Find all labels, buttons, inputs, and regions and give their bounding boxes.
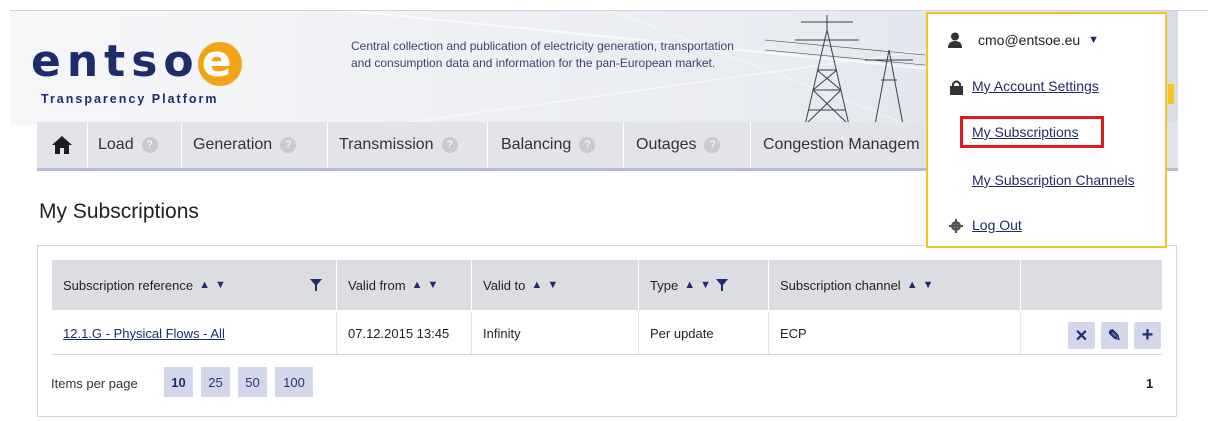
nav-item-label: Balancing <box>501 136 572 153</box>
logo-text: entso <box>31 36 200 87</box>
filter-icon[interactable] <box>310 279 322 291</box>
cell-subscription-channel: ECP <box>769 312 1021 355</box>
help-icon[interactable]: ? <box>141 137 158 153</box>
nav-item-balancing[interactable]: Balancing ? <box>488 122 624 168</box>
delete-subscription-button[interactable]: ✕ <box>1068 322 1095 349</box>
cell-subscription-reference: 12.1.G - Physical Flows - All <box>52 312 337 355</box>
column-header-subscription-channel[interactable]: Subscription channel ▲ ▼ <box>769 260 1021 310</box>
sort-arrows-icon[interactable]: ▲ ▼ <box>531 279 559 291</box>
column-header-label: Subscription reference <box>63 277 194 293</box>
current-page-number[interactable]: 1 <box>1146 376 1153 391</box>
my-account-settings-link[interactable]: My Account Settings <box>972 78 1099 94</box>
column-header-type[interactable]: Type ▲ ▼ <box>639 260 769 310</box>
home-icon <box>52 136 72 154</box>
user-email: cmo@entsoe.eu <box>978 32 1081 48</box>
pencil-icon: ✎ <box>1107 327 1122 345</box>
edit-subscription-button[interactable]: ✎ <box>1101 322 1128 349</box>
sort-arrows-icon[interactable]: ▲ ▼ <box>684 279 712 291</box>
filter-icon[interactable] <box>716 279 729 291</box>
items-per-page-label: Items per page <box>51 376 138 391</box>
chevron-down-icon: ▼ <box>1088 34 1100 46</box>
logo-subtitle: Transparency Platform <box>41 92 219 106</box>
help-icon[interactable]: ? <box>579 137 596 153</box>
page-size-100-button[interactable]: 100 <box>275 367 313 397</box>
help-icon[interactable]: ? <box>280 137 297 153</box>
user-menu-toggle[interactable]: cmo@entsoe.eu ▼ <box>948 32 1099 48</box>
column-header-valid-to[interactable]: Valid to ▲ ▼ <box>472 260 639 310</box>
logo-e-mark: e <box>197 40 242 86</box>
sort-arrows-icon[interactable]: ▲ ▼ <box>412 279 440 291</box>
nav-item-load[interactable]: Load ? <box>87 122 182 168</box>
nav-item-label: Generation <box>193 136 273 153</box>
gear-icon <box>949 219 963 233</box>
nav-item-generation[interactable]: Generation ? <box>182 122 328 168</box>
home-nav-button[interactable] <box>37 122 88 168</box>
column-header-label: Valid from <box>348 277 406 293</box>
pylon-icon <box>765 15 925 125</box>
page-size-25-button[interactable]: 25 <box>201 367 230 397</box>
nav-item-outages[interactable]: Outages ? <box>624 122 751 168</box>
close-icon: ✕ <box>1074 327 1089 345</box>
column-header-label: Type <box>650 277 679 293</box>
header-tagline: Central collection and publication of el… <box>351 39 734 70</box>
sort-arrows-icon[interactable]: ▲ ▼ <box>907 279 935 291</box>
log-out-link[interactable]: Log Out <box>972 217 1022 233</box>
logo[interactable]: entsoe <box>31 40 242 86</box>
column-header-actions <box>1021 260 1162 310</box>
header-accent-bar <box>1168 84 1174 104</box>
column-header-valid-from[interactable]: Valid from ▲ ▼ <box>337 260 472 310</box>
help-icon[interactable]: ? <box>704 137 721 153</box>
user-icon <box>948 32 962 48</box>
subscription-reference-link[interactable]: 12.1.G - Physical Flows - All <box>63 326 225 341</box>
header-top-border <box>10 10 1208 11</box>
cell-valid-from: 07.12.2015 13:45 <box>337 312 472 355</box>
plus-icon: + <box>1141 324 1154 346</box>
my-subscription-channels-link[interactable]: My Subscription Channels <box>972 172 1135 188</box>
add-subscription-button[interactable]: + <box>1134 322 1161 349</box>
nav-item-label: Congestion Managem <box>763 136 920 153</box>
highlight-box <box>960 116 1104 148</box>
column-header-subscription-reference[interactable]: Subscription reference ▲ ▼ <box>52 260 337 310</box>
column-header-label: Valid to <box>483 277 526 293</box>
nav-item-transmission[interactable]: Transmission ? <box>328 122 488 168</box>
nav-item-congestion-management[interactable]: Congestion Managem <box>751 122 931 168</box>
cell-type: Per update <box>639 312 769 355</box>
page-size-10-button[interactable]: 10 <box>164 367 193 397</box>
cell-valid-to: Infinity <box>472 312 639 355</box>
page-title: My Subscriptions <box>39 200 199 223</box>
page-size-50-button[interactable]: 50 <box>238 367 267 397</box>
nav-item-label: Transmission <box>339 136 434 153</box>
nav-item-label: Load <box>98 136 134 153</box>
lock-icon <box>950 80 963 95</box>
column-header-label: Subscription channel <box>780 277 901 293</box>
nav-item-label: Outages <box>636 136 697 153</box>
sort-arrows-icon[interactable]: ▲ ▼ <box>199 279 227 291</box>
help-icon[interactable]: ? <box>441 137 458 153</box>
